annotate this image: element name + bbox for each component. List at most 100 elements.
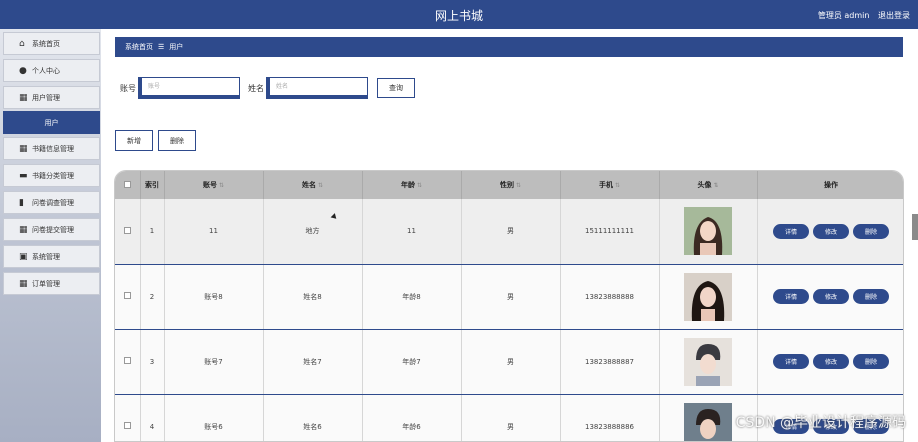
cell-avatar — [659, 199, 758, 265]
sort-icon: ⇅ — [614, 182, 621, 189]
user-table: 索引 账号 ⇅ 姓名 ⇅ 年龄 ⇅ 性别 ⇅ 手机 ⇅ 头像 ⇅ 操作 1 11 地方 11… — [114, 170, 904, 442]
page-scrollbar[interactable] — [912, 214, 918, 240]
batch-delete-button[interactable]: 删除 — [158, 130, 196, 151]
detail-button[interactable]: 详情 — [773, 289, 809, 304]
sort-icon: ⇅ — [515, 182, 522, 189]
detail-button[interactable]: 详情 — [773, 223, 809, 239]
sidebar-item-system[interactable]: ▣ 系统管理 — [3, 245, 100, 268]
cell-gender: 男 — [461, 199, 561, 265]
cell-age: 年龄8 — [362, 264, 462, 330]
sidebar-item-label: 书籍分类管理 — [32, 171, 74, 180]
cell-actions: 详情 修改 删除 — [757, 199, 903, 265]
account-input[interactable] — [142, 78, 239, 95]
cell-gender: 男 — [461, 394, 561, 441]
col-phone[interactable]: 手机 ⇅ — [560, 171, 660, 199]
cell-name: 姓名7 — [263, 329, 363, 395]
account-field — [138, 77, 240, 99]
sidebar: ⌂ 系统首页 ● 个人中心 ▦ 用户管理 用户 ▦ 书籍信息管理 ▬ 书籍分类管… — [0, 29, 101, 442]
detail-button[interactable]: 详情 — [773, 354, 809, 369]
avatar-image — [684, 272, 732, 321]
sidebar-item-label: 用户 — [44, 118, 59, 127]
cell-phone: 15111111111 — [560, 199, 660, 265]
cell-name: 地方 — [263, 199, 363, 265]
col-account[interactable]: 账号 ⇅ — [164, 171, 264, 199]
top-bar: 网上书城 管理员 admin 退出登录 — [0, 0, 918, 29]
cell-gender: 男 — [461, 264, 561, 330]
delete-button[interactable]: 删除 — [853, 354, 889, 369]
sidebar-item-label: 个人中心 — [32, 66, 60, 75]
doc-icon: ▮ — [19, 198, 24, 208]
watermark: CSDN @毕业设计程序源码 — [735, 415, 906, 431]
grid-icon: ▦ — [19, 279, 28, 289]
cell-age: 年龄7 — [362, 329, 462, 395]
table-row: 1 11 地方 11 男 15111111111 详情 修改 删除 — [115, 199, 903, 265]
sidebar-item-label: 系统管理 — [32, 252, 60, 261]
sidebar-item-survey[interactable]: ▮ 问卷调查管理 — [3, 191, 100, 214]
sidebar-item-orders[interactable]: ▦ 订单管理 — [3, 272, 100, 295]
table-row: 3 账号7 姓名7 年龄7 男 13823888887 详情 修改 删除 — [115, 329, 903, 395]
row-checkbox[interactable] — [123, 422, 131, 429]
sidebar-item-book-info[interactable]: ▦ 书籍信息管理 — [3, 137, 100, 160]
name-label: 姓名 — [248, 84, 264, 93]
col-name[interactable]: 姓名 ⇅ — [263, 171, 363, 199]
breadcrumb-home[interactable]: 系统首页 — [125, 42, 153, 52]
sort-icon: ⇅ — [713, 182, 719, 189]
table-header-row: 索引 账号 ⇅ 姓名 ⇅ 年龄 ⇅ 性别 ⇅ 手机 ⇅ 头像 ⇅ 操作 — [115, 171, 903, 199]
cell-index: 1 — [140, 199, 165, 265]
user-area: 管理员 admin 退出登录 — [812, 10, 910, 21]
cell-age: 11 — [362, 199, 462, 265]
breadcrumb: 系统首页 ☰ 用户 — [115, 37, 903, 57]
col-avatar[interactable]: 头像 ⇅ — [659, 171, 758, 199]
delete-button[interactable]: 删除 — [853, 223, 889, 239]
cell-avatar — [659, 329, 758, 395]
car-icon: ▬ — [19, 171, 28, 181]
select-all-header[interactable] — [115, 171, 141, 199]
grid-icon: ▦ — [19, 225, 28, 235]
col-age[interactable]: 年龄 ⇅ — [362, 171, 462, 199]
avatar-image — [684, 402, 732, 441]
logout-link[interactable]: 退出登录 — [878, 11, 910, 20]
delete-button[interactable]: 删除 — [853, 289, 889, 304]
table-row: 2 账号8 姓名8 年龄8 男 13823888888 详情 修改 删除 — [115, 264, 903, 330]
avatar-image — [684, 207, 732, 256]
grid-icon: ▦ — [19, 144, 28, 154]
cell-index: 3 — [140, 329, 165, 395]
admin-user-label: 管理员 admin — [817, 11, 870, 20]
app-title: 网上书城 — [434, 9, 483, 23]
breadcrumb-current: 用户 — [169, 43, 184, 51]
person-icon: ● — [19, 66, 27, 76]
sidebar-item-label: 订单管理 — [32, 279, 60, 288]
avatar-image — [684, 337, 732, 386]
cell-phone: 13823888886 — [560, 394, 660, 441]
row-checkbox[interactable] — [123, 357, 131, 364]
select-all-checkbox[interactable] — [123, 180, 131, 188]
sort-icon: ⇅ — [218, 182, 225, 189]
col-gender[interactable]: 性别 ⇅ — [461, 171, 561, 199]
cell-account: 账号7 — [164, 329, 264, 395]
query-button[interactable]: 查询 — [377, 78, 415, 98]
name-input[interactable] — [270, 78, 367, 95]
cell-avatar — [659, 264, 758, 330]
edit-button[interactable]: 修改 — [813, 289, 849, 304]
account-label: 账号 — [120, 84, 136, 93]
breadcrumb-separator-icon: ☰ — [158, 43, 165, 51]
add-button[interactable]: 新增 — [115, 130, 153, 151]
sort-icon: ⇅ — [416, 182, 423, 189]
cell-phone: 13823888888 — [560, 264, 660, 330]
sidebar-item-survey-submit[interactable]: ▦ 问卷提交管理 — [3, 218, 100, 241]
cell-account: 账号6 — [164, 394, 264, 441]
sidebar-item-home[interactable]: ⌂ 系统首页 — [3, 32, 100, 55]
row-checkbox[interactable] — [123, 226, 131, 234]
sidebar-item-users[interactable]: 用户 — [3, 111, 100, 134]
sidebar-item-book-category[interactable]: ▬ 书籍分类管理 — [3, 164, 100, 187]
sidebar-item-label: 问卷调查管理 — [32, 198, 74, 207]
row-checkbox[interactable] — [123, 292, 131, 299]
lock-icon: ▣ — [19, 252, 28, 262]
sidebar-item-label: 问卷提交管理 — [32, 225, 74, 234]
sidebar-item-user-mgmt[interactable]: ▦ 用户管理 — [3, 86, 100, 109]
sort-icon: ⇅ — [317, 182, 324, 189]
sidebar-item-profile[interactable]: ● 个人中心 — [3, 59, 100, 82]
name-field — [266, 77, 368, 99]
edit-button[interactable]: 修改 — [813, 223, 849, 239]
edit-button[interactable]: 修改 — [813, 354, 849, 369]
